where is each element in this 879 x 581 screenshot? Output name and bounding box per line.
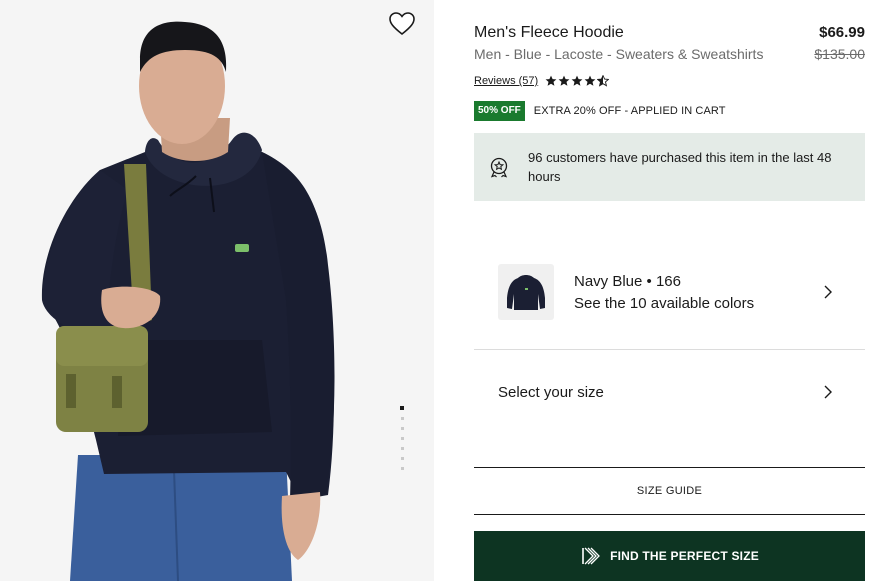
color-thumbnail [498,264,554,320]
discount-badge: 50% OFF [474,101,525,121]
gallery-dot-active[interactable] [400,406,404,410]
kiwi-sizing-logo-icon [582,547,600,565]
color-text: Navy Blue • 166 See the 10 available col… [574,271,754,315]
available-colors-label: See the 10 available colors [574,295,755,312]
size-guide-button[interactable]: SIZE GUIDE [474,467,865,515]
star-full-icon [545,75,557,86]
star-full-icon [584,75,596,86]
chevron-right-icon [824,385,832,399]
gallery-dot[interactable] [400,427,404,430]
selected-color-label: Navy Blue • 166 [574,273,681,290]
gallery-dot[interactable] [400,417,404,420]
star-full-icon [571,75,583,86]
product-category-breadcrumb: Men - Blue - Lacoste - Sweaters & Sweats… [474,46,764,62]
chevron-right-icon [824,285,832,299]
gallery-dot[interactable] [400,457,404,460]
select-size-label: Select your size [498,384,604,401]
rating-stars [545,75,610,87]
promo-row: 50% OFF EXTRA 20% OFF - APPLIED IN CART [474,101,726,121]
gallery-dot[interactable] [400,437,404,440]
gallery-pagination [399,406,405,490]
promo-text: EXTRA 20% OFF - APPLIED IN CART [533,105,726,117]
product-photo [41,21,335,581]
color-selector[interactable]: Navy Blue • 166 See the 10 available col… [474,250,865,334]
purchase-notice: 96 customers have purchased this item in… [474,133,865,201]
find-perfect-size-button[interactable]: FIND THE PERFECT SIZE [474,531,865,581]
gallery-dot[interactable] [400,447,404,450]
purchase-notice-text: 96 customers have purchased this item in… [528,150,832,184]
meta-row: Men - Blue - Lacoste - Sweaters & Sweats… [474,46,865,64]
sale-price: $66.99 [819,24,865,41]
reviews-row: Reviews (57) [474,73,610,89]
size-guide-label: SIZE GUIDE [636,485,703,497]
find-perfect-size-label: FIND THE PERFECT SIZE [610,549,759,563]
size-selector[interactable]: Select your size [474,350,865,434]
star-half-icon [597,75,610,87]
reviews-link[interactable]: Reviews (57) [474,75,538,87]
wishlist-heart-icon[interactable] [388,11,416,37]
product-image-gallery[interactable] [0,0,434,581]
original-price: $135.00 [814,46,865,62]
product-title: Men's Fleece Hoodie [474,24,624,41]
title-row: Men's Fleece Hoodie $66.99 [474,24,865,44]
award-icon [490,157,508,178]
gallery-dot[interactable] [400,467,404,470]
star-full-icon [558,75,570,86]
